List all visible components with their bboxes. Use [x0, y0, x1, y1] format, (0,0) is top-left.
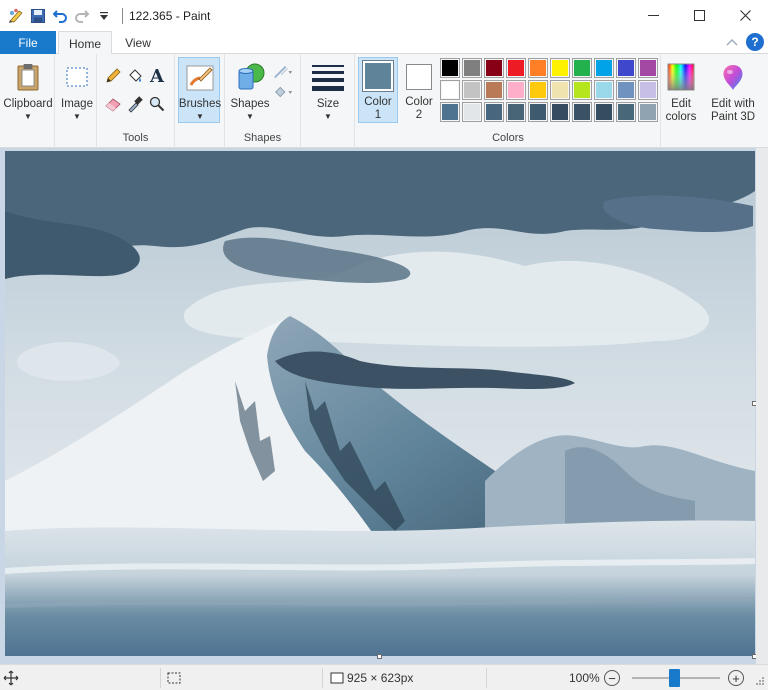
resize-grip-icon[interactable]	[754, 675, 766, 690]
ribbon-tab-row: File Home View ?	[0, 31, 768, 55]
size-button[interactable]: Size ▼	[306, 56, 350, 121]
status-bar: 925 × 623px 100% − +	[0, 664, 768, 690]
edit-colors-button[interactable]: Edit colors	[660, 56, 702, 124]
shapes-group: Shapes ▼ Shapes	[225, 54, 301, 148]
image-group: Image ▼	[55, 54, 97, 148]
undo-icon[interactable]	[50, 6, 70, 26]
clipboard-button[interactable]: Clipboard ▼	[3, 56, 53, 121]
tools-group: A Tools	[97, 54, 175, 148]
brushes-label: Brushes	[178, 98, 222, 110]
title-bar: 122.365 - Paint	[0, 0, 768, 31]
help-icon[interactable]: ?	[746, 33, 764, 51]
text-icon[interactable]: A	[147, 66, 167, 87]
magnifier-icon[interactable]	[147, 94, 167, 114]
shape-fill-icon[interactable]	[273, 82, 293, 102]
zoom-slider-thumb[interactable]	[669, 669, 680, 687]
image-chevron-down-icon: ▼	[73, 112, 81, 121]
canvas-resize-handle-bottom[interactable]	[377, 654, 382, 659]
shapes-chevron-down-icon: ▼	[246, 112, 254, 121]
color-picker-icon[interactable]	[125, 94, 145, 114]
tab-file[interactable]: File	[0, 31, 56, 54]
fill-icon[interactable]	[125, 66, 145, 86]
image-button[interactable]: Image ▼	[57, 56, 97, 121]
maximize-button[interactable]	[676, 0, 722, 31]
paint3d-icon	[716, 60, 750, 94]
outline-icon[interactable]	[273, 62, 293, 82]
ribbon-right-controls: ?	[726, 33, 764, 51]
zoom-out-button[interactable]: −	[604, 670, 620, 686]
minimize-button[interactable]	[630, 0, 676, 31]
brush-icon	[183, 60, 217, 94]
size-chevron-down-icon: ▼	[324, 112, 332, 121]
vertical-scrollbar[interactable]	[756, 148, 768, 664]
ribbon: Clipboard ▼ Image ▼ A Tools Brushes ▼ Sh…	[0, 54, 768, 148]
tools-group-label: Tools	[122, 132, 149, 144]
canvas-dimensions: 925 × 623px	[347, 671, 414, 685]
canvas-workspace[interactable]	[0, 148, 768, 664]
tab-home[interactable]: Home	[58, 31, 112, 55]
edit-colors-label: Edit colors	[665, 98, 697, 123]
close-button[interactable]	[722, 0, 768, 31]
save-icon[interactable]	[28, 6, 48, 26]
brushes-group: Brushes ▼	[175, 54, 225, 148]
window-controls	[630, 0, 768, 31]
drawing-canvas[interactable]	[5, 151, 755, 656]
clipboard-icon	[11, 60, 45, 94]
image-label: Image	[61, 98, 93, 110]
clipboard-chevron-down-icon: ▼	[24, 112, 32, 121]
brushes-button[interactable]: Brushes ▼	[179, 56, 221, 121]
shapes-label: Shapes	[230, 98, 270, 110]
status-separator	[160, 668, 161, 688]
shapes-button[interactable]: Shapes ▼	[228, 56, 272, 121]
size-label: Size	[316, 98, 340, 110]
tab-view[interactable]: View	[114, 31, 162, 55]
title-separator	[122, 7, 123, 24]
status-separator	[322, 668, 323, 688]
window-title: 122.365 - Paint	[129, 8, 211, 23]
quick-access-toolbar	[6, 6, 129, 26]
eraser-icon[interactable]	[103, 94, 123, 114]
size-group: Size ▼	[301, 54, 355, 148]
pencil-icon[interactable]	[103, 66, 123, 86]
colors-group-label: Colors	[492, 132, 524, 144]
zoom-percentage: 100%	[569, 671, 600, 685]
line-size-icon	[311, 60, 345, 94]
collapse-ribbon-icon[interactable]	[726, 35, 738, 49]
select-icon	[60, 60, 94, 94]
shapes-group-label: Shapes	[243, 132, 282, 144]
canvas-size-icon	[329, 670, 345, 689]
mountain-painting	[5, 151, 755, 656]
paint-app-icon[interactable]	[6, 6, 26, 26]
zoom-in-button[interactable]: +	[728, 670, 744, 686]
paint3d-button[interactable]: Edit with Paint 3D	[706, 56, 760, 124]
redo-icon[interactable]	[72, 6, 92, 26]
status-separator	[486, 668, 487, 688]
shapes-icon	[233, 60, 267, 94]
brushes-chevron-down-icon: ▼	[196, 112, 204, 121]
customize-toolbar-icon[interactable]	[94, 6, 114, 26]
cursor-position-icon	[3, 670, 19, 689]
paint3d-label: Edit with Paint 3D	[710, 98, 756, 123]
clipboard-label: Clipboard	[3, 98, 53, 110]
clipboard-group: Clipboard ▼	[0, 54, 55, 148]
color-spectrum-icon	[664, 60, 698, 94]
colors-group: Colors	[356, 54, 661, 148]
selection-size-icon	[166, 670, 182, 689]
